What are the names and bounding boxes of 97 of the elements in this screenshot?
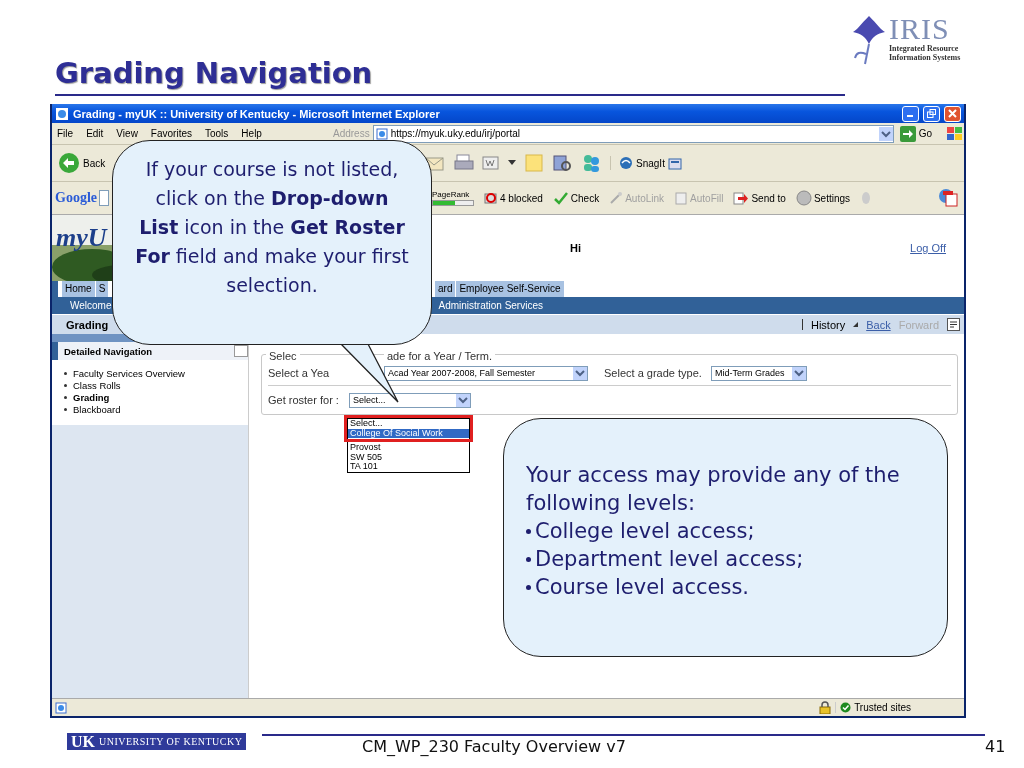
restore-icon [927, 109, 936, 118]
back-link[interactable]: Back [866, 318, 891, 331]
bullet-icon [526, 556, 531, 562]
pagerank-meter [432, 200, 474, 206]
page-title: Grading [66, 318, 109, 331]
send-arrow-icon [733, 191, 750, 205]
dropdown-option[interactable]: TA 101 [348, 462, 469, 472]
dropdown-option[interactable]: College Of Social Work [348, 428, 469, 439]
logo-subtitle: Integrated Resource Information Systems [889, 44, 962, 62]
callout-text: Your access may provide any of the following levels: [526, 462, 901, 517]
bullet-icon [64, 396, 67, 399]
settings-icon [795, 190, 812, 206]
nav-item[interactable]: Blackboard [64, 404, 248, 415]
nav-item[interactable]: Grading [64, 392, 248, 403]
corner-icon [853, 322, 859, 327]
subnav-item[interactable]: Administration Services [438, 300, 543, 311]
toolbar-button[interactable]: Check [552, 191, 600, 205]
blocked-popup-icon [484, 191, 498, 205]
nav-item[interactable]: Faculty Services Overview [64, 368, 248, 379]
go-button[interactable]: Go [893, 125, 946, 142]
page-menu-icon[interactable] [947, 318, 960, 331]
google-logo: Google [55, 190, 97, 206]
mail-icon[interactable] [424, 154, 446, 172]
menu-item[interactable]: File [52, 128, 82, 139]
year-select[interactable]: Acad Year 2007-2008, Fall Semester [384, 365, 588, 381]
bullet-text: Course level access. [526, 573, 937, 601]
wand-icon [609, 191, 624, 205]
pagerank-button[interactable]: PageRank [432, 190, 474, 206]
menu-item[interactable]: Help [236, 128, 270, 139]
address-field[interactable]: https://myuk.uky.edu/irj/portal [372, 124, 894, 143]
portal-tab[interactable]: ard [435, 281, 457, 297]
greeting-text: Hi [570, 242, 581, 254]
field-label: Select a Yea [268, 367, 331, 379]
form-icon [674, 191, 689, 205]
menu-item[interactable]: View [111, 128, 146, 139]
logo-mark: UK [71, 732, 95, 751]
roster-select[interactable]: Select... [349, 392, 471, 408]
bullet-icon [64, 408, 67, 411]
pdf-icon[interactable] [938, 187, 958, 207]
bullet-icon [526, 584, 531, 590]
close-button[interactable] [944, 105, 961, 122]
address-label: Address [332, 128, 371, 139]
bullet-icon [64, 384, 67, 387]
minimize-button[interactable] [902, 105, 919, 122]
windows-flag-icon [946, 125, 964, 142]
print-icon[interactable] [454, 154, 474, 172]
toolbar-button[interactable]: Settings [795, 190, 851, 206]
portal-tab[interactable]: Home [62, 281, 96, 297]
nav-item[interactable]: Class Rolls [64, 380, 248, 391]
grade-type-select[interactable]: Mid-Term Grades [711, 365, 807, 381]
menu-item[interactable]: Favorites [145, 128, 200, 139]
logo-text: UNIVERSITY OF KENTUCKY [99, 736, 243, 747]
portal-tab[interactable]: Employee Self-Service [456, 281, 565, 297]
snagit-button[interactable]: SnagIt [619, 156, 665, 170]
zone-text: Trusted sites [854, 702, 911, 713]
subnav-item[interactable]: Welcome [70, 300, 112, 311]
menu-item[interactable]: Tools [200, 128, 237, 139]
back-button[interactable]: Back [58, 152, 106, 174]
dropdown-option[interactable]: SW 505 [348, 452, 469, 463]
dropdown-option[interactable]: Provost [348, 443, 469, 453]
bullet-icon [64, 372, 67, 375]
logoff-link[interactable]: Log Off [910, 242, 946, 254]
footer-text: CM_WP_230 Faculty Overview v7 [362, 737, 626, 756]
restore-button[interactable] [923, 105, 940, 122]
toolbar-button[interactable]: 4 blocked [484, 191, 543, 205]
group-legend: Selec [266, 350, 300, 362]
page-icon [55, 701, 67, 714]
bullet-icon [526, 528, 531, 534]
page-number: 41 [985, 737, 1006, 756]
portal-logo: myU [56, 223, 107, 253]
spell-check-icon [552, 191, 569, 205]
menu-item[interactable]: Edit [81, 128, 112, 139]
capture-icon[interactable] [667, 156, 684, 170]
toolbar-button[interactable]: Send to [733, 191, 786, 205]
history-menu[interactable]: History [810, 318, 846, 331]
field-label: Select a grade type. [604, 367, 703, 379]
document-icon[interactable] [482, 155, 500, 171]
iris-flower-icon [851, 14, 887, 66]
group-legend: ade for a Year / Term. [384, 350, 495, 362]
field-label: Get roster for : [268, 394, 340, 406]
dropdown-option[interactable]: Select... [348, 419, 469, 429]
callout-text: If your course is not listed, click on the Drop-down List icon in the Get Roster For field and make your first selection. [135, 157, 409, 298]
check-circle-icon [840, 702, 852, 713]
bullet-text: College level access; [526, 517, 937, 545]
browser-icon [55, 106, 69, 121]
page-icon [375, 127, 388, 140]
lock-icon [819, 701, 832, 714]
window-title: Grading - myUK :: University of Kentucky - Microsoft Internet Explorer [73, 107, 441, 120]
nav-title: Detailed Navigation [64, 345, 153, 357]
swirl-icon [619, 156, 633, 170]
caret-icon[interactable] [508, 160, 516, 166]
bullet-text: Department level access; [526, 545, 937, 573]
close-icon [948, 109, 957, 118]
collapse-box-icon[interactable] [234, 345, 248, 357]
logo-text: IRIS [889, 14, 950, 44]
slide-title: Grading Navigation [55, 56, 373, 90]
search-field[interactable] [99, 190, 109, 206]
